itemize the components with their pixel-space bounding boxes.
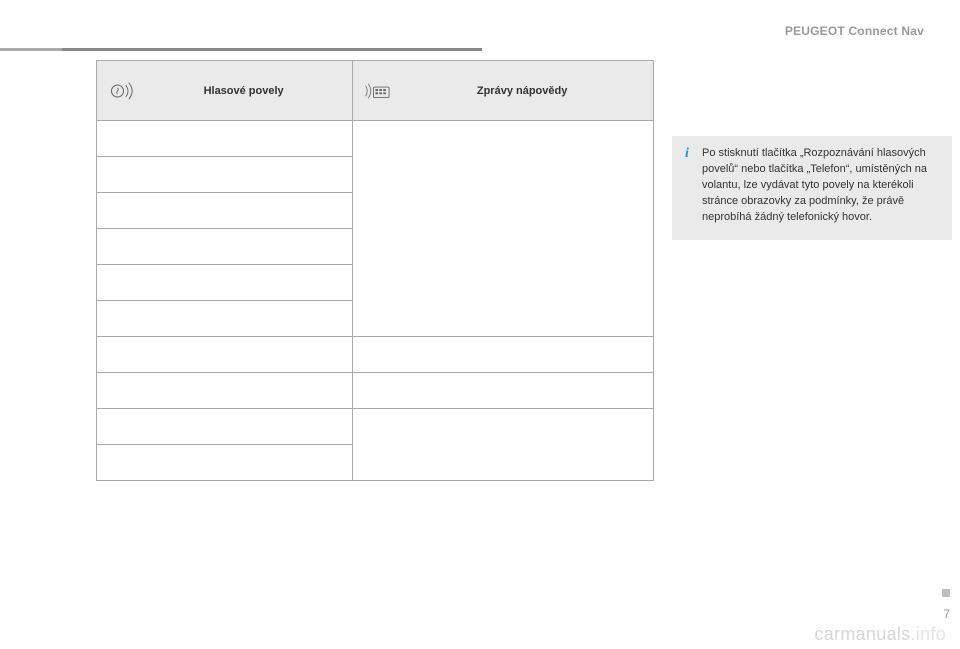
info-note: i Po stisknutí tlačítka „Rozpoznávání hl… [672, 136, 952, 240]
voice-icon [107, 77, 137, 105]
header-rule-center [62, 48, 482, 51]
table-row [97, 337, 654, 373]
page-number: 7 [943, 607, 950, 621]
watermark-b: .info [910, 624, 946, 644]
watermark: carmanuals.info [814, 624, 946, 645]
table-row [97, 409, 654, 445]
table-row [97, 373, 654, 409]
page-marks: 7 [942, 589, 950, 621]
th-voice: Hlasové povely [97, 61, 353, 121]
header-rule-left [0, 48, 62, 51]
th-help-label: Zprávy nápovědy [401, 85, 643, 97]
voice-help-table: Hlasové povely [96, 60, 654, 481]
info-icon: i [680, 144, 694, 158]
th-voice-label: Hlasové povely [145, 85, 342, 97]
table-row [97, 121, 654, 157]
page-content: Hlasové povely [96, 60, 924, 481]
page-square-icon [942, 589, 950, 597]
table-header-row: Hlasové povely [97, 61, 654, 121]
info-text: Po stisknutí tlačítka „Rozpoznávání hlas… [702, 147, 927, 223]
brand-title: PEUGEOT Connect Nav [785, 24, 924, 38]
keypad-voice-icon [363, 77, 393, 105]
th-help: Zprávy nápovědy [353, 61, 654, 121]
watermark-a: carmanuals [814, 624, 910, 644]
